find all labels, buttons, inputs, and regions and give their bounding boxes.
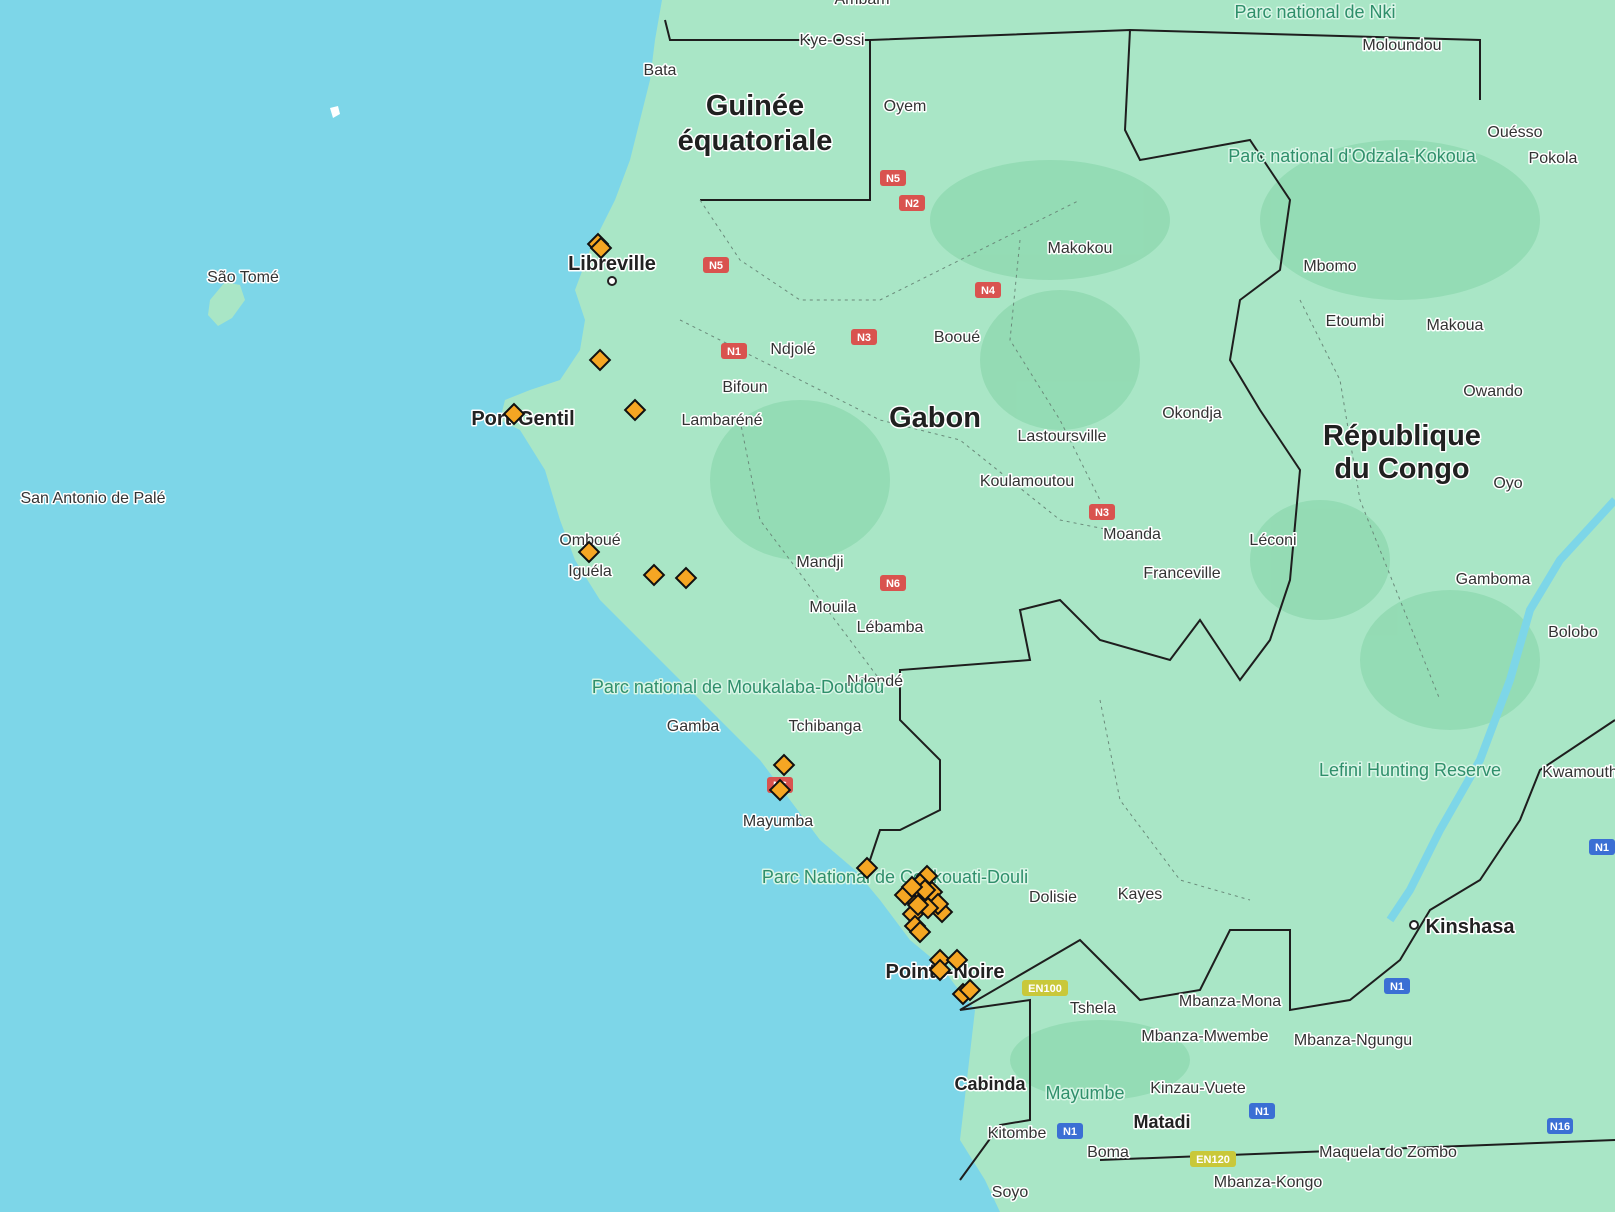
country-label-congo-line2: du Congo [1334,453,1469,485]
road-shield-n4: N4 [975,282,1001,298]
city-label-moanda[interactable]: Moanda [1102,525,1163,545]
road-shield-n1: N1 [721,343,747,359]
road-shield-label: EN100 [1028,983,1062,995]
road-shield-label: N3 [1095,507,1109,519]
city-label-kwamouth[interactable]: Kwamouth [1541,763,1615,783]
road-shield-label: N1 [727,346,741,358]
park-label-nki: Parc national de Nki [1234,2,1395,22]
city-label-leconi[interactable]: Léconi [1248,531,1298,551]
road-shield-label: N1 [1255,1106,1269,1118]
park-label-conkouati: Parc National de Conkouati-Douli [762,867,1028,887]
road-shield-en120: EN120 [1190,1151,1236,1167]
road-shield-label: N1 [1390,981,1404,993]
city-label-makoua[interactable]: Makoua [1425,316,1485,336]
road-shield-n5: N5 [880,170,906,186]
city-label-bolobo[interactable]: Bolobo [1547,623,1600,643]
road-shield-label: EN120 [1196,1154,1230,1166]
city-label-cabinda[interactable]: Cabinda [953,1073,1028,1096]
city-label-lambarene[interactable]: Lambaréné [680,411,764,431]
city-label-lebamba[interactable]: Lébamba [855,618,925,638]
city-label-kye-ossi[interactable]: Kye-Ossi [798,31,866,51]
road-shield-label: N3 [857,332,871,344]
city-label-mbanza-mona[interactable]: Mbanza-Mona [1177,992,1282,1012]
road-shield-n5: N5 [703,257,729,273]
city-label-bifoun[interactable]: Bifoun [721,378,769,398]
road-shield-label: N5 [709,260,723,272]
park-label-mayumbe: Mayumbe [1045,1083,1124,1103]
city-label-tshela[interactable]: Tshela [1068,999,1117,1019]
city-dot-kinshasa [1409,920,1419,930]
city-label-mbanza-ngungu[interactable]: Mbanza-Ngungu [1292,1031,1413,1051]
road-shield-label: N1 [1595,842,1609,854]
road-shield-n2: N2 [899,195,925,211]
city-label-tchibanga[interactable]: Tchibanga [787,717,863,737]
country-label-congo: République du Congo [1322,419,1483,487]
city-label-ouesso[interactable]: Ouésso [1486,123,1544,143]
city-label-kinzau-vuete[interactable]: Kinzau-Vuete [1149,1079,1248,1099]
road-shield-label: N6 [886,578,900,590]
city-label-gamba[interactable]: Gamba [665,717,721,737]
road-shield-n6: N6 [880,575,906,591]
city-label-bata[interactable]: Bata [642,61,678,81]
country-label-gabon: Gabon [889,402,981,434]
country-label-guinee-line1: Guinée [706,90,804,122]
country-label-guinee-line2: équatoriale [678,125,833,157]
city-label-pokola[interactable]: Pokola [1527,149,1579,169]
city-label-kayes[interactable]: Kayes [1116,885,1163,905]
city-label-kitombe[interactable]: Kitombe [986,1124,1048,1144]
city-label-port-gentil[interactable]: Port-Gentil [470,407,576,432]
city-label-dolisie[interactable]: Dolisie [1027,888,1078,908]
park-label-lefini: Lefini Hunting Reserve [1319,760,1501,780]
city-label-oyo[interactable]: Oyo [1492,474,1524,494]
city-label-owando[interactable]: Owando [1462,382,1525,402]
park-label-moukalaba: Parc national de Moukalaba-Doudou [592,677,884,697]
road-shield-label: N5 [886,173,900,185]
road-shield-n3: N3 [1089,504,1115,520]
map-canvas[interactable]: Guinée équatoriale Gabon République du C… [0,0,1615,1212]
road-shield-label: N2 [905,198,919,210]
city-label-iguela[interactable]: Iguéla [567,562,614,582]
city-label-mayumba[interactable]: Mayumba [741,812,814,832]
road-shield-n1: N1 [1384,978,1410,994]
road-shield-n1: N1 [1589,839,1615,855]
city-label-ambam[interactable]: Ambam [833,0,891,10]
city-label-franceville[interactable]: Franceville [1142,564,1222,584]
city-label-koulamoutou[interactable]: Koulamoutou [978,472,1075,492]
city-label-moloundou[interactable]: Moloundou [1361,36,1443,56]
city-label-libreville[interactable]: Libreville [567,252,658,277]
road-shield-n1: N1 [1249,1103,1275,1119]
city-label-mbanza-kongo[interactable]: Mbanza-Kongo [1212,1173,1324,1193]
city-label-boma[interactable]: Boma [1086,1143,1131,1163]
road-shield-n3: N3 [851,329,877,345]
road-shield-label: N1 [1063,1126,1077,1138]
road-shield-label: N16 [1550,1121,1570,1133]
city-label-sao-tome[interactable]: São Tomé [206,268,281,288]
city-label-mbomo[interactable]: Mbomo [1302,257,1358,277]
city-label-oyem[interactable]: Oyem [882,97,928,117]
city-label-mbanza-mwembe[interactable]: Mbanza-Mwembe [1140,1027,1270,1047]
road-shield-n16: N16 [1547,1118,1573,1134]
park-label-odzala: Parc national d'Odzala-Kokoua [1228,146,1477,166]
city-label-lastoursville[interactable]: Lastoursville [1016,427,1108,447]
city-label-mouila[interactable]: Mouila [808,598,858,618]
country-label-congo-line1: République [1323,420,1481,452]
city-label-matadi[interactable]: Matadi [1132,1111,1192,1134]
city-label-soyo[interactable]: Soyo [990,1183,1030,1203]
city-label-ndjole[interactable]: Ndjolé [769,340,817,360]
city-dot-libreville [607,276,617,286]
city-label-boue[interactable]: Booué [932,328,981,348]
city-label-okondja[interactable]: Okondja [1161,404,1224,424]
city-label-san-antonio[interactable]: San Antonio de Palé [19,489,167,509]
city-label-maquela[interactable]: Maquela do Zombo [1318,1143,1459,1163]
city-label-kinshasa[interactable]: Kinshasa [1424,915,1517,940]
city-label-mandji[interactable]: Mandji [795,553,845,573]
city-label-etoumbi[interactable]: Etoumbi [1324,312,1386,332]
road-shield-n1: N1 [1057,1123,1083,1139]
road-shield-label: N4 [981,285,996,297]
road-shield-en100: EN100 [1022,980,1068,996]
city-label-makokou[interactable]: Makokou [1046,239,1114,259]
city-label-gamboma[interactable]: Gamboma [1454,570,1532,590]
